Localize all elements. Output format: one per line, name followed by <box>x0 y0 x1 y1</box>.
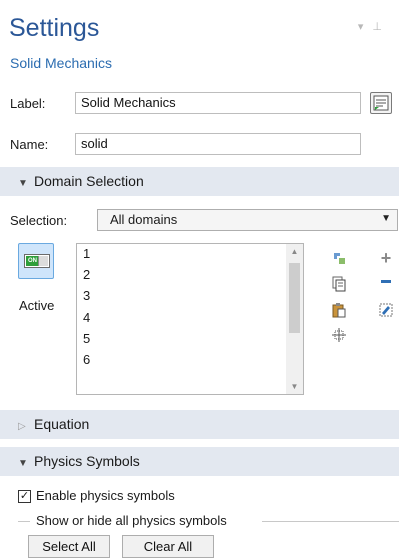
remove-icon[interactable] <box>378 273 394 289</box>
add-icon[interactable]: + <box>378 249 394 267</box>
name-caption: Name: <box>10 137 49 152</box>
active-label: Active <box>19 298 55 313</box>
reset-label-button[interactable] <box>370 92 392 114</box>
enable-physics-symbols-label: Enable physics symbols <box>36 488 175 503</box>
clear-all-button[interactable]: Clear All <box>122 535 214 558</box>
group-divider <box>18 521 30 522</box>
checkmark-icon: ✓ <box>19 490 30 502</box>
list-item[interactable]: 2 <box>77 265 303 286</box>
label-caption: Label: <box>10 96 46 111</box>
group-label: Show or hide all physics symbols <box>36 513 227 528</box>
scroll-up-icon[interactable]: ▲ <box>289 247 300 256</box>
active-toggle-button[interactable]: ON <box>18 243 54 279</box>
scroll-thumb[interactable] <box>289 263 300 333</box>
section-equation[interactable]: ▷ Equation <box>0 410 399 439</box>
scroll-down-icon[interactable]: ▼ <box>289 382 300 391</box>
list-item[interactable]: 3 <box>77 286 303 307</box>
section-title: Equation <box>34 416 90 432</box>
reset-label-icon <box>373 95 389 111</box>
pin-controls[interactable]: ▾ ⊥ <box>358 20 385 33</box>
section-domain-selection[interactable]: ▼ Domain Selection <box>0 167 399 196</box>
selection-caption: Selection: <box>10 213 68 228</box>
zoom-to-selection-icon[interactable] <box>331 250 347 266</box>
chevron-right-icon: ▷ <box>18 421 26 432</box>
name-field[interactable]: solid <box>75 133 361 155</box>
paste-selection-icon[interactable] <box>331 302 347 318</box>
selection-dropdown[interactable]: All domains ▼ <box>97 209 398 231</box>
create-selection-icon[interactable] <box>331 327 347 343</box>
list-item[interactable]: 6 <box>77 350 303 371</box>
chevron-down-icon: ▼ <box>381 213 391 224</box>
page-title: Settings <box>9 14 100 42</box>
list-item[interactable]: 1 <box>77 244 303 265</box>
select-all-button[interactable]: Select All <box>28 535 110 558</box>
label-field[interactable]: Solid Mechanics <box>75 92 361 114</box>
group-divider <box>262 521 399 522</box>
selection-value: All domains <box>110 212 178 227</box>
list-item[interactable]: 5 <box>77 329 303 350</box>
page-subtitle: Solid Mechanics <box>10 55 112 71</box>
clear-selection-icon[interactable] <box>378 302 394 318</box>
enable-physics-symbols-checkbox[interactable]: ✓ <box>18 490 31 503</box>
chevron-down-icon: ▼ <box>18 458 28 469</box>
copy-selection-icon[interactable] <box>331 276 347 292</box>
chevron-down-icon: ▼ <box>18 178 28 189</box>
toggle-switch-icon: ON <box>24 254 50 268</box>
list-item[interactable]: 4 <box>77 308 303 329</box>
section-physics-symbols[interactable]: ▼ Physics Symbols <box>0 447 399 476</box>
list-scrollbar[interactable]: ▲ ▼ <box>286 244 303 394</box>
section-title: Domain Selection <box>34 173 144 189</box>
section-title: Physics Symbols <box>34 453 140 469</box>
domain-listbox[interactable]: 1 2 3 4 5 6 ▲ ▼ <box>76 243 304 395</box>
